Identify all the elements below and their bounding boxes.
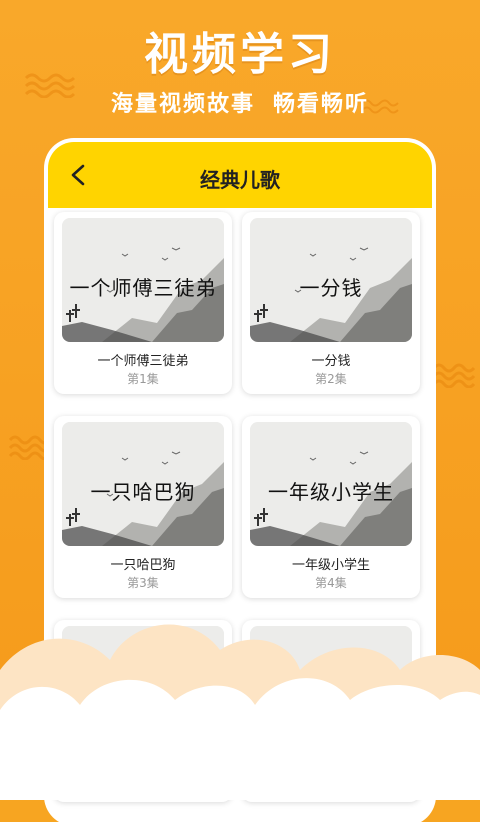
video-thumbnail: 一年级小学生: [250, 422, 412, 546]
leaf-logo-icon: [328, 744, 364, 784]
video-card[interactable]: 一只哈巴狗 一只哈巴狗 第3集: [54, 416, 232, 598]
video-title: 一个师傅三徒弟: [97, 354, 189, 369]
wave-decoration-icon: [432, 363, 476, 388]
hero-subtitle: 海量视频故事 畅看畅听: [0, 86, 480, 118]
wave-decoration-icon: [8, 435, 52, 460]
episode-label: 第4集: [315, 576, 347, 590]
watermark-text: 七叶子: [374, 744, 453, 774]
video-title: 一分钱: [311, 354, 351, 369]
top-bar: 经典儿歌: [48, 142, 432, 208]
page-title: 经典儿歌: [200, 168, 280, 192]
thumbnail-title: 一只哈巴狗: [90, 480, 196, 504]
hero-title: 视频学习: [144, 29, 336, 80]
watermark: 七叶子 7YZ.COM: [324, 738, 464, 794]
watermark-subtext: 7YZ.COM: [380, 772, 445, 785]
thumbnail-title: 一年级小学生: [268, 480, 394, 504]
video-card[interactable]: 一分钱 一分钱 第2集: [242, 212, 420, 394]
episode-label: 第2集: [315, 372, 347, 386]
video-card[interactable]: 一年级小学生 一年级小学生 第4集: [242, 416, 420, 598]
video-thumbnail: 一分钱: [250, 218, 412, 342]
video-card[interactable]: 一个师傅三徒弟 一个师傅三徒弟 第1集: [54, 212, 232, 394]
episode-label: 第3集: [127, 576, 159, 590]
episode-label: 第1集: [127, 372, 159, 386]
video-title: 一只哈巴狗: [110, 558, 176, 573]
hero-subtitle-right: 畅看畅听: [273, 92, 370, 117]
thumbnail-title: 一个师傅三徒弟: [69, 276, 217, 300]
video-thumbnail: 一个师傅三徒弟: [62, 218, 224, 342]
video-title: 一年级小学生: [291, 558, 370, 573]
hero-subtitle-left: 海量视频故事: [110, 92, 255, 117]
thumbnail-title: 一分钱: [299, 276, 363, 300]
video-thumbnail: 一只哈巴狗: [62, 422, 224, 546]
